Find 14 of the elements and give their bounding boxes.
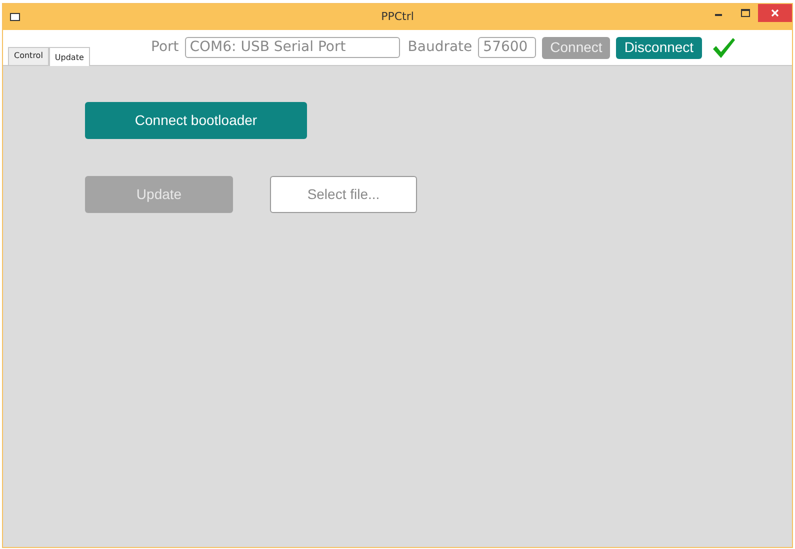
baudrate-label: Baudrate [408, 38, 472, 57]
action-button[interactable]: Select file... [270, 176, 417, 213]
close-icon [771, 9, 779, 17]
maximize-icon [740, 9, 750, 17]
baudrate-field[interactable]: 57600 [478, 37, 536, 58]
port-field[interactable]: COM6: USB Serial Port [184, 37, 400, 58]
app-icon [10, 13, 20, 21]
window-title: PPCtrl [380, 8, 415, 25]
tab[interactable]: Update [48, 47, 90, 66]
disconnect-button[interactable]: Disconnect [616, 36, 702, 58]
tab[interactable]: Control [8, 47, 49, 65]
close-button[interactable] [758, 4, 792, 22]
port-label: Port [151, 38, 179, 57]
action-button[interactable]: Connect bootloader [85, 102, 307, 139]
